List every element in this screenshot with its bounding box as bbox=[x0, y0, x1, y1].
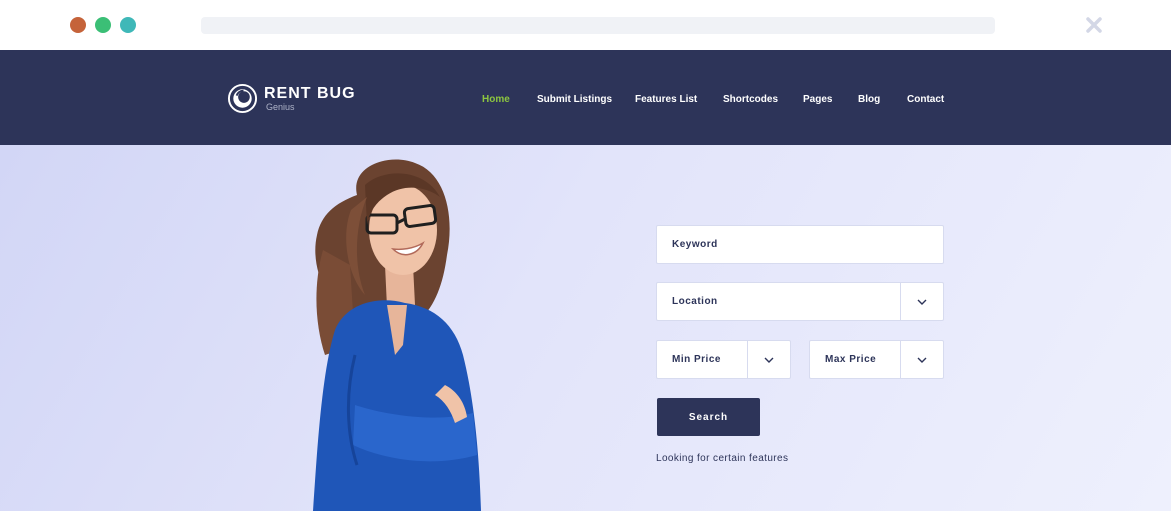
max-price-select[interactable]: Max Price bbox=[809, 340, 944, 379]
location-dropdown-toggle[interactable] bbox=[900, 283, 943, 320]
chevron-down-icon bbox=[917, 357, 927, 363]
min-price-placeholder: Min Price bbox=[672, 354, 721, 365]
nav-item-shortcodes[interactable]: Shortcodes bbox=[723, 94, 778, 105]
nav-item-features-list[interactable]: Features List bbox=[635, 94, 697, 105]
chevron-down-icon bbox=[764, 357, 774, 363]
nav-item-pages[interactable]: Pages bbox=[803, 94, 832, 105]
min-price-dropdown-toggle[interactable] bbox=[747, 341, 790, 378]
keyword-input[interactable]: Keyword bbox=[656, 225, 944, 264]
hero-section: Keyword Location Min Price Max Price Sea… bbox=[0, 145, 1171, 511]
window-close-dot[interactable] bbox=[70, 17, 86, 33]
window-maximize-dot[interactable] bbox=[120, 17, 136, 33]
max-price-dropdown-toggle[interactable] bbox=[900, 341, 943, 378]
location-placeholder: Location bbox=[672, 296, 718, 307]
location-select[interactable]: Location bbox=[656, 282, 944, 321]
max-price-placeholder: Max Price bbox=[825, 354, 877, 365]
search-button[interactable]: Search bbox=[657, 398, 760, 436]
nav-item-home[interactable]: Home bbox=[482, 94, 510, 105]
address-bar[interactable] bbox=[201, 17, 995, 34]
min-price-select[interactable]: Min Price bbox=[656, 340, 791, 379]
nav-item-blog[interactable]: Blog bbox=[858, 94, 880, 105]
nav-item-contact[interactable]: Contact bbox=[907, 94, 944, 105]
main-nav: Home Submit Listings Features List Short… bbox=[0, 94, 1171, 108]
nav-item-submit-listings[interactable]: Submit Listings bbox=[537, 94, 612, 105]
browser-chrome bbox=[0, 0, 1171, 50]
hero-person-image bbox=[313, 159, 481, 511]
site-header: RENT BUG Genius Home Submit Listings Fea… bbox=[0, 50, 1171, 145]
features-hint-text: Looking for certain features bbox=[656, 453, 789, 464]
chevron-down-icon bbox=[917, 299, 927, 305]
keyword-placeholder: Keyword bbox=[672, 239, 718, 250]
window-minimize-dot[interactable] bbox=[95, 17, 111, 33]
close-icon[interactable] bbox=[1085, 16, 1103, 34]
